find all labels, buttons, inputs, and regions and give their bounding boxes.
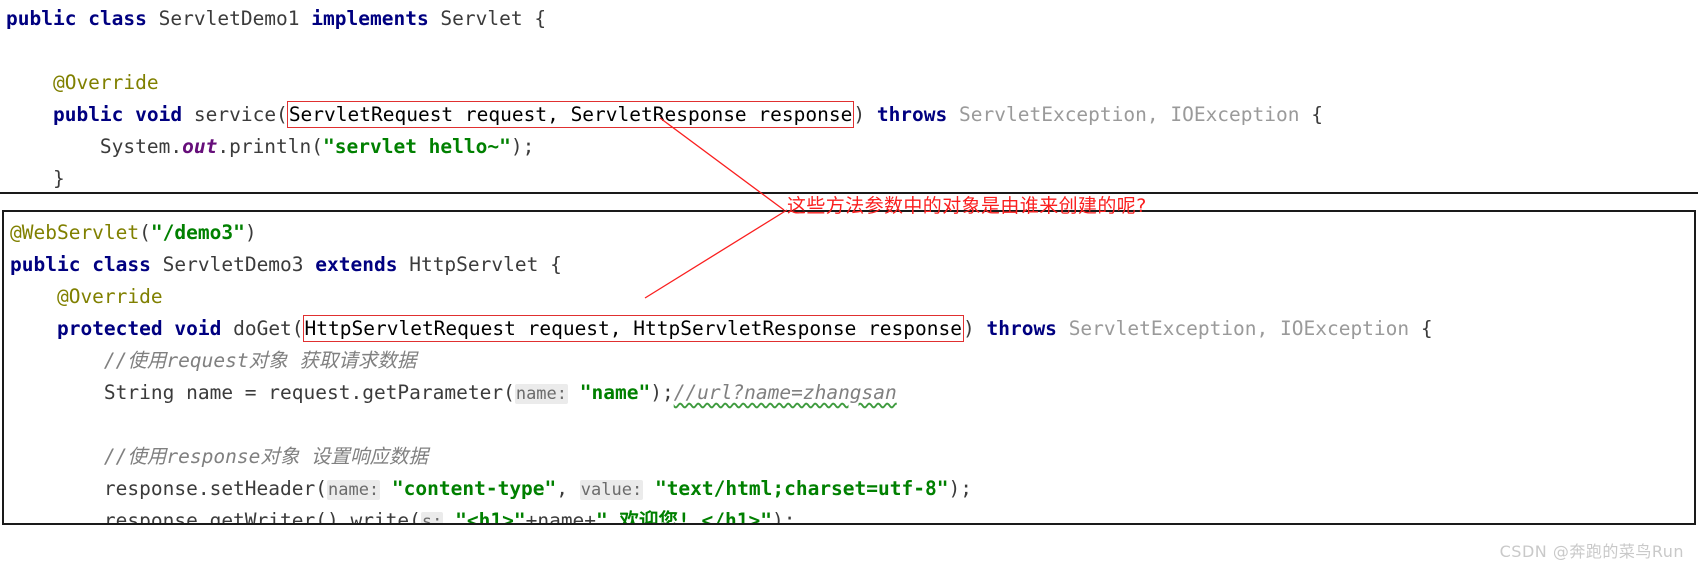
demo1-token: implements [311, 7, 429, 30]
demo3-line: String name = request.getParameter(name:… [10, 377, 1694, 409]
code-panel-servletdemo3[interactable]: @WebServlet("/demo3") public class Servle… [2, 210, 1696, 525]
demo3-token: ); [650, 381, 674, 404]
demo1-token: Servlet { [428, 7, 547, 30]
demo1-token: .println( [217, 135, 324, 158]
demo3-line: @Override [10, 281, 1694, 313]
demo1-token: throws [876, 103, 948, 126]
demo1-token: void [135, 103, 183, 126]
demo3-token: value: [579, 480, 644, 500]
demo3-line: public class ServletDemo3 extends HttpSe… [10, 249, 1694, 281]
demo1-line: public class ServletDemo1 implements Ser… [6, 3, 1698, 35]
demo1-token: class [88, 7, 147, 30]
demo3-token: name: [514, 384, 569, 404]
demo3-token: @Override [10, 285, 163, 308]
code-area-servletdemo1[interactable]: public class ServletDemo1 implements Ser… [0, 0, 1698, 192]
demo3-token: "content-type" [391, 477, 557, 500]
demo3-token: String name = request.getParameter( [10, 381, 515, 404]
demo3-token: ServletException, IOException [1068, 317, 1410, 340]
demo3-line: response.getWriter().write(s: "<h1>"+nam… [10, 505, 1694, 525]
demo3-token: { [1409, 317, 1433, 340]
demo3-token [443, 509, 455, 523]
demo3-token: ); [948, 477, 972, 500]
demo3-token: "/demo3" [150, 221, 245, 244]
demo3-token: "name" [579, 381, 651, 404]
demo3-token: doGet( [221, 317, 304, 340]
demo1-line: public void service(ServletRequest reque… [6, 99, 1698, 131]
demo1-token: { [1299, 103, 1323, 126]
demo3-token: name: [326, 480, 381, 500]
demo1-line [6, 35, 1698, 67]
demo1-token [947, 103, 959, 126]
demo1-token [76, 7, 88, 30]
demo3-token [380, 477, 392, 500]
watermark-text: CSDN @奔跑的菜鸟Run [1499, 542, 1684, 561]
demo1-token: System. [6, 135, 183, 158]
demo3-token: ServletDemo3 [150, 253, 316, 276]
demo1-token: } [6, 167, 65, 190]
demo3-token: , [556, 477, 580, 500]
demo3-token: response.setHeader( [10, 477, 327, 500]
demo1-line: @Override [6, 67, 1698, 99]
code-area-servletdemo3[interactable]: @WebServlet("/demo3") public class Servle… [4, 212, 1694, 525]
demo3-token: ) [963, 317, 987, 340]
demo3-token: ( [139, 221, 151, 244]
demo1-token: ServletDemo1 [146, 7, 312, 30]
demo3-line: @WebServlet("/demo3") [10, 217, 1694, 249]
demo3-token: void [174, 317, 222, 340]
demo3-line: //使用response对象 设置响应数据 [10, 441, 1694, 473]
demo3-token [10, 317, 57, 340]
demo3-token: @WebServlet [10, 221, 140, 244]
demo3-token [80, 253, 92, 276]
code-panel-servletdemo1[interactable]: public class ServletDemo1 implements Ser… [0, 0, 1698, 194]
demo3-token: ",欢迎您! </h1>" [596, 509, 772, 525]
demo3-token: "<h1>" [455, 509, 526, 525]
demo1-token: public [52, 103, 124, 126]
demo3-token: extends [315, 253, 398, 276]
demo3-token: HttpServlet { [397, 253, 562, 276]
demo3-token: //使用request对象 获取请求数据 [10, 349, 417, 372]
demo3-token: +name+ [525, 509, 597, 525]
demo3-token [1057, 317, 1069, 340]
demo1-token: out [182, 135, 218, 158]
demo3-token: ); [771, 509, 796, 525]
demo1-token: ) [853, 103, 877, 126]
demo1-line: System.out.println("servlet hello~"); [6, 131, 1698, 163]
demo3-token: //使用response对象 设置响应数据 [10, 445, 429, 468]
demo3-token: public [10, 253, 81, 276]
demo3-token: ) [244, 221, 257, 244]
annotation-callout-text: 这些方法参数中的对象是由谁来创建的呢? [787, 195, 1147, 217]
demo1-token: service( [182, 103, 288, 126]
demo3-token [163, 317, 175, 340]
demo3-param-highlight: HttpServletRequest request, HttpServletR… [302, 315, 964, 342]
demo1-token: @Override [6, 71, 159, 94]
demo3-token: s: [420, 512, 444, 523]
demo3-token [643, 477, 655, 500]
demo1-param-highlight: ServletRequest request, ServletResponse … [286, 101, 855, 128]
demo3-token: "text/html;charset=utf-8" [654, 477, 949, 500]
demo1-token: "servlet hello~" [323, 135, 511, 158]
demo3-token: //url?name=zhangsan [673, 381, 897, 404]
demo3-token: class [92, 253, 151, 276]
demo1-token: ServletException, IOException [959, 103, 1300, 126]
demo1-line: } [6, 163, 1698, 192]
demo3-token [568, 381, 580, 404]
demo3-line [10, 409, 1694, 441]
demo1-token: public [6, 7, 77, 30]
demo1-token: ); [510, 135, 535, 158]
demo3-token: throws [986, 317, 1057, 340]
demo3-line: response.setHeader(name: "content-type",… [10, 473, 1694, 505]
demo3-line: //使用request对象 获取请求数据 [10, 345, 1694, 377]
demo3-line: protected void doGet(HttpServletRequest … [10, 313, 1694, 345]
demo1-token [6, 103, 53, 126]
demo1-token [123, 103, 135, 126]
demo3-token: response.getWriter().write( [10, 509, 421, 525]
demo3-token: protected [56, 317, 163, 340]
